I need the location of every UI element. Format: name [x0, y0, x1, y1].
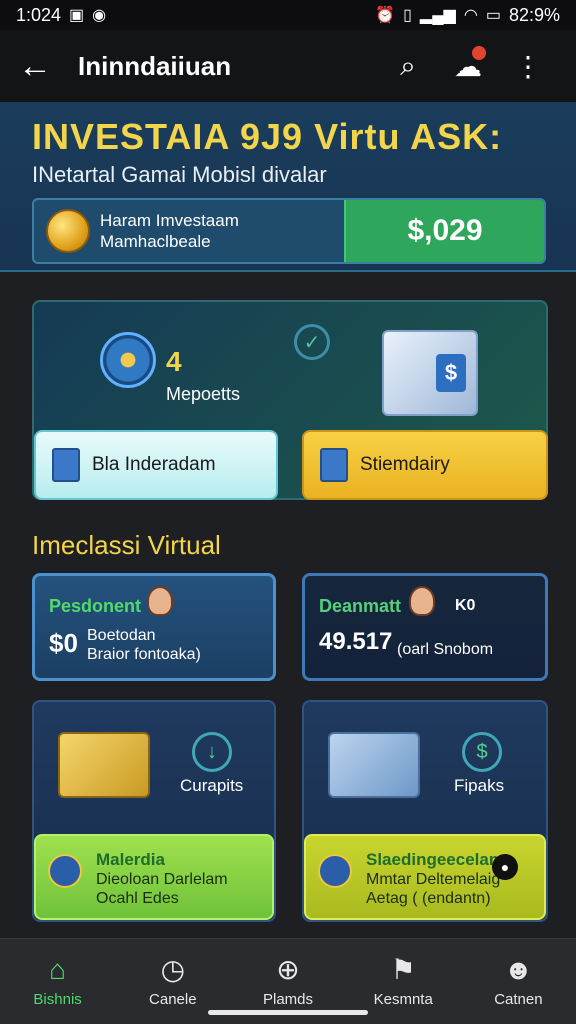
- reports-panel: 4 Mepoetts ✓ Bla Inderadam Stiemdairy: [32, 300, 548, 500]
- summary-line-2: Mamhaclbeale: [100, 232, 211, 251]
- vault-box-icon: [382, 330, 478, 416]
- home-icon: ⌂: [49, 954, 67, 985]
- home-indicator[interactable]: [208, 1010, 368, 1015]
- nav-label: Catnen: [494, 991, 543, 1008]
- notification-dot: [472, 45, 486, 60]
- tile-footer[interactable]: Malerdia Dieoloan Darlelam Ocahl Edes: [34, 834, 274, 920]
- status-bar: 1:024 ▣ ◉ ⏰ ▯ ▂▄▆ ◠ ▭ 82:9%: [0, 0, 576, 30]
- clock-icon: ◷: [160, 954, 186, 985]
- app-title: Ininndaiiuan: [78, 50, 232, 81]
- hero-banner: INVESTAIA 9J9 Virtu ASK: INetartal Gamai…: [0, 102, 576, 272]
- investor-avatar-icon: [409, 586, 435, 616]
- curapits-tile[interactable]: ↓ Curapits Malerdia Dieoloan Darlelam Oc…: [32, 700, 276, 922]
- nav-label: Plamds: [262, 991, 314, 1008]
- card-line-1: Boetodan: [87, 627, 156, 644]
- status-time: 1:024: [16, 4, 62, 25]
- footer-line-2: Aetag ( (endantn): [366, 890, 491, 907]
- gallery-icon: ▣: [69, 7, 85, 24]
- battery-percent: 82:9%: [508, 4, 560, 25]
- growth-ring-icon: ↓: [192, 732, 232, 772]
- footer-line-1: Mmtar Deltemelaig: [366, 871, 501, 888]
- document-icon: [48, 854, 82, 888]
- nav-label: Bishnis: [33, 991, 82, 1008]
- document-clock-icon: [320, 448, 348, 482]
- balance-card[interactable]: Deanmatt K0 49.517 (oarl Snobom: [302, 573, 548, 681]
- alarm-icon: ⏰: [375, 7, 396, 24]
- footer-line-2: Ocahl Edes: [96, 890, 179, 907]
- investment-summary-card[interactable]: Haram Imvestaam Mamhaclbeale $,029: [32, 198, 546, 264]
- card-extra: K0: [455, 597, 476, 614]
- portfolio-card[interactable]: Pesdonent $0 Boetodan Braior fontoaka): [32, 573, 276, 681]
- document-icon: [52, 448, 80, 482]
- more-options-icon[interactable]: ⋮: [498, 50, 558, 83]
- back-arrow-icon[interactable]: ←: [18, 47, 66, 86]
- signal-icon: ▂▄▆: [419, 7, 456, 24]
- tile-footer[interactable]: Slaedingeecelam Mmtar Deltemelaig Aetag …: [304, 834, 546, 920]
- grid-icon: ⊕: [276, 954, 300, 985]
- tile-label: Curapits: [180, 776, 244, 795]
- sync-icon: ◉: [92, 7, 107, 24]
- battery-icon: ▭: [485, 7, 501, 24]
- coin-icon: [46, 209, 90, 253]
- nav-item-home[interactable]: ⌂ Bishnis: [0, 939, 115, 1024]
- nav-item-profile[interactable]: ☻ Catnen: [461, 939, 576, 1024]
- card-line-2: Braior fontoaka): [87, 646, 201, 663]
- summary-button[interactable]: Stiemdairy: [302, 430, 548, 500]
- card-value: 49.517: [319, 628, 393, 655]
- card-heading: Pesdonent: [49, 596, 142, 616]
- bookmark-icon: ⚑: [390, 954, 416, 985]
- reports-label: Mepoetts: [166, 384, 241, 404]
- vibrate-icon: ▯: [403, 7, 412, 24]
- investor-avatar-icon: [147, 586, 173, 616]
- section-title: Imeclassi Virtual: [32, 530, 221, 560]
- card-value: $0: [49, 628, 78, 658]
- app-bar: ← Ininndaiiuan ⌕ ☁ ⋮: [0, 30, 576, 102]
- hero-subtitle: INetartal Gamai Mobisl divalar: [32, 162, 327, 187]
- summary-line-1: Haram Imvestaam: [100, 211, 239, 230]
- dollar-ring-icon: $: [462, 732, 502, 772]
- summary-value: $,029: [344, 200, 544, 262]
- nav-label: Kesmnta: [373, 991, 433, 1008]
- wifi-icon: ◠: [463, 7, 478, 24]
- hero-title: INVESTAIA 9J9 Virtu ASK:: [32, 116, 503, 157]
- search-icon[interactable]: ⌕: [378, 50, 438, 83]
- footer-line-1: Dieoloan Darlelam: [96, 871, 228, 888]
- check-circle-icon: ✓: [294, 324, 330, 360]
- tile-label: Fipaks: [454, 776, 505, 795]
- card-heading: Deanmatt: [319, 596, 402, 616]
- vault-box-icon: [328, 732, 420, 798]
- reports-count: 4: [166, 346, 182, 377]
- nav-label: Canele: [149, 991, 197, 1008]
- footer-heading: Malerdia: [96, 850, 165, 869]
- person-icon: ☻: [503, 954, 534, 985]
- notification-bell-icon[interactable]: ☁: [438, 45, 498, 83]
- refresh-badge-icon: [318, 854, 352, 888]
- card-line-1: (oarl Snobom: [397, 641, 494, 658]
- index-button-label: Bla Inderadam: [92, 454, 216, 475]
- fipaks-tile[interactable]: $ Fipaks Slaedingeecelam Mmtar Deltemela…: [302, 700, 548, 922]
- money-stack-icon: [58, 732, 150, 798]
- summary-button-label: Stiemdairy: [360, 454, 450, 475]
- info-badge-icon: ●: [492, 854, 518, 880]
- index-button[interactable]: Bla Inderadam: [34, 430, 278, 500]
- target-icon: [100, 332, 156, 388]
